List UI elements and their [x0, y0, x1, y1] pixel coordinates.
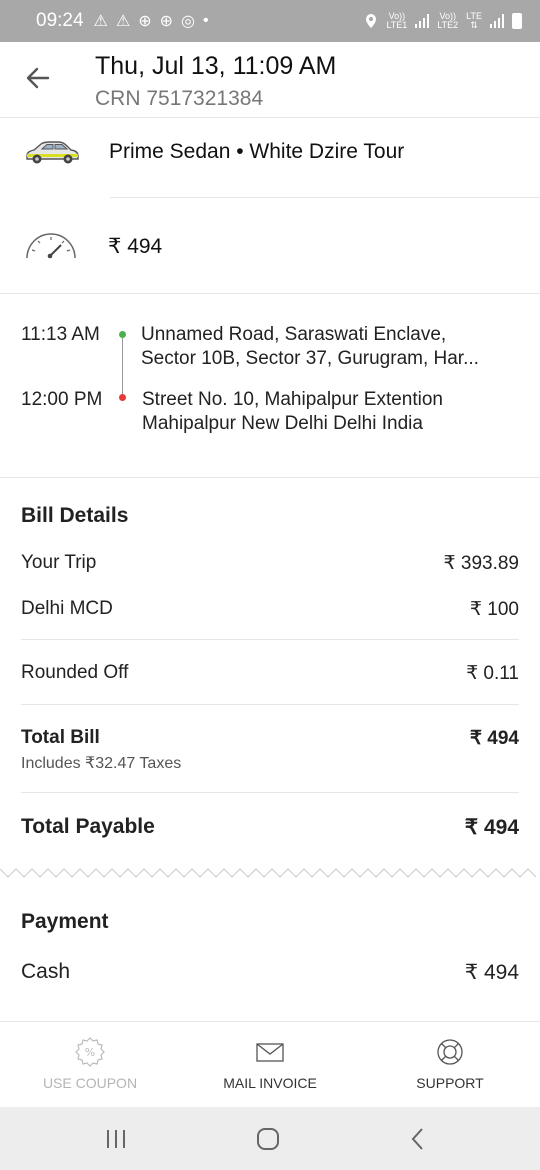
speedometer-icon — [26, 233, 76, 259]
coupon-icon: % — [75, 1037, 105, 1067]
car-category-label: Prime Sedan • White Dzire Tour — [109, 140, 405, 163]
pickup-dot — [119, 331, 126, 338]
mail-invoice-button[interactable]: MAIL INVOICE — [180, 1022, 360, 1108]
app-notification-icon: ⊕ — [159, 13, 174, 30]
drop-time: 12:00 PM — [21, 389, 103, 410]
app-notification-icon: ⊕ — [138, 13, 152, 30]
warning-icon: ⚠ — [93, 13, 108, 30]
drop-dot — [119, 394, 126, 401]
use-coupon-button[interactable]: % USE COUPON — [0, 1022, 180, 1108]
sedan-car-icon — [26, 141, 79, 164]
status-bar: 09:24 ⚠ ⚠ ⊕ ⊕ ◎ • Vo)) LTE1 Vo)) LTE2 LTE ⇅ — [0, 0, 540, 42]
mail-icon — [256, 1043, 284, 1062]
divider — [0, 477, 540, 478]
divider — [21, 792, 519, 793]
recent-apps-icon[interactable] — [105, 1129, 127, 1149]
total-payable-row: Total Payable ₹ 494 — [21, 815, 519, 839]
car-details-row: Prime Sedan • White Dzire Tour — [0, 118, 540, 198]
fare-row: ₹ 494 — [0, 198, 540, 293]
svg-text:%: % — [85, 1046, 95, 1059]
pickup-time: 11:13 AM — [21, 324, 100, 345]
instagram-icon: ◎ — [181, 13, 196, 30]
back-arrow-icon[interactable] — [24, 64, 52, 92]
signal-icon — [490, 14, 504, 28]
bill-item: Delhi MCD ₹ 100 — [21, 598, 519, 620]
home-icon[interactable] — [256, 1127, 280, 1151]
sim2-label: Vo)) LTE2 — [437, 11, 459, 30]
drop-address: Street No. 10, Mahipalpur Extention Mahi… — [142, 389, 444, 434]
more-notifications-dot: • — [203, 12, 209, 29]
bill-item: Rounded Off ₹ 0.11 — [21, 662, 519, 684]
signal-icon — [415, 14, 430, 28]
divider — [21, 639, 519, 640]
page-title: Thu, Jul 13, 11:09 AM — [95, 52, 337, 80]
battery-icon — [512, 13, 522, 29]
back-nav-icon[interactable] — [410, 1127, 426, 1151]
pickup-address: Unnamed Road, Saraswati Enclave, Sector … — [141, 324, 479, 369]
action-bar: % USE COUPON MAIL INVOICE SUPPORT — [0, 1021, 540, 1107]
fare-amount: ₹ 494 — [108, 235, 163, 258]
support-button[interactable]: SUPPORT — [360, 1022, 540, 1108]
system-nav-bar — [0, 1107, 540, 1170]
payment-method-row: Cash ₹ 494 — [21, 960, 519, 984]
bill-title: Bill Details — [21, 504, 129, 527]
lte-label: LTE ⇅ — [466, 11, 482, 30]
sim1-label: Vo)) LTE1 — [386, 11, 408, 30]
status-time: 09:24 — [36, 10, 84, 31]
taxes-note: Includes ₹32.47 Taxes — [21, 755, 182, 772]
crn-number: CRN 7517321384 — [95, 87, 264, 110]
receipt-edge — [0, 868, 537, 878]
warning-icon: ⚠ — [115, 13, 131, 30]
route-section: 11:13 AM Unnamed Road, Saraswati Enclave… — [0, 294, 540, 477]
total-bill-row: Total Bill ₹ 494 — [21, 727, 519, 749]
lifebuoy-icon — [437, 1039, 463, 1065]
route-line — [122, 338, 123, 396]
bill-item: Your Trip ₹ 393.89 — [21, 552, 519, 574]
divider — [21, 704, 519, 705]
ride-header: Thu, Jul 13, 11:09 AM CRN 7517321384 — [0, 42, 540, 118]
location-icon — [366, 14, 377, 28]
payment-title: Payment — [21, 910, 109, 933]
